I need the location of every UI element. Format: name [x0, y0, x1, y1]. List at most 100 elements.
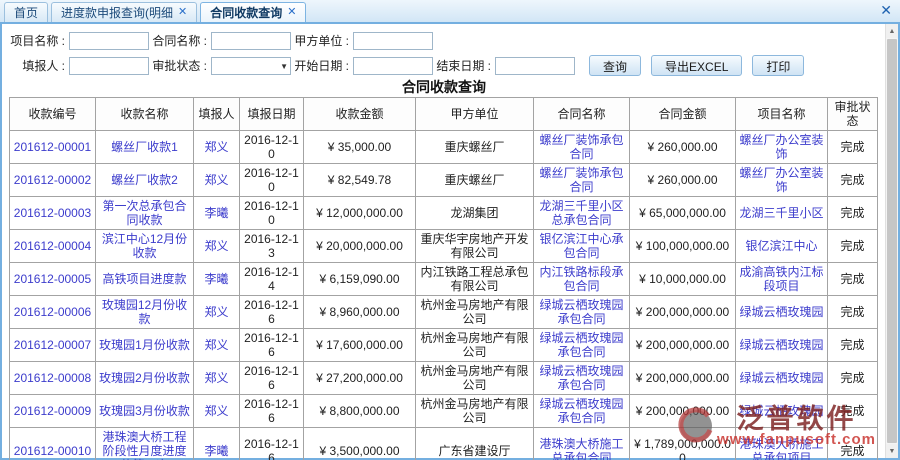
receipt-number-link[interactable]: 201612-00009 — [10, 395, 96, 428]
col-header-reporter: 填报人 — [194, 98, 240, 131]
tab-home[interactable]: 首页 — [4, 2, 48, 22]
tab-progress-payment-query[interactable]: 进度款申报查询(明细 ✕ — [51, 2, 197, 22]
receipt-name-link[interactable]: 玫瑰园12月份收款 — [96, 296, 194, 329]
project-name-input[interactable] — [69, 32, 149, 50]
table-row: 201612-00005高铁项目进度款李曦2016-12-14¥ 6,159,0… — [10, 263, 878, 296]
project-name-link[interactable]: 绿城云栖玫瑰园 — [736, 329, 828, 362]
party-a-unit-cell: 杭州金马房地产有限公司 — [416, 395, 534, 428]
reporter-link[interactable]: 郑义 — [194, 362, 240, 395]
scroll-up-icon[interactable]: ▲ — [886, 24, 898, 38]
contract-name-link[interactable]: 银亿滨江中心承包合同 — [534, 230, 630, 263]
approval-status-select[interactable]: ▼ — [211, 57, 291, 75]
receipt-number-link[interactable]: 201612-00002 — [10, 164, 96, 197]
reporter-link[interactable]: 郑义 — [194, 296, 240, 329]
reporter-link[interactable]: 郑义 — [194, 230, 240, 263]
contract-name-link[interactable]: 螺丝厂装饰承包合同 — [534, 164, 630, 197]
party-a-label: 甲方单位 : — [291, 32, 349, 49]
contract-amount-cell: ¥ 1,789,000,000.00 — [630, 428, 736, 460]
scrollbar-thumb[interactable] — [887, 39, 897, 443]
receipt-name-link[interactable]: 第一次总承包合同收款 — [96, 197, 194, 230]
close-tab-icon[interactable]: ✕ — [178, 7, 187, 18]
receipt-name-link[interactable]: 玫瑰园1月份收款 — [96, 329, 194, 362]
project-name-link[interactable]: 龙湖三千里小区 — [736, 197, 828, 230]
report-date-cell: 2016-12-14 — [240, 263, 304, 296]
receipt-name-link[interactable]: 螺丝厂收款1 — [96, 131, 194, 164]
receipt-number-link[interactable]: 201612-00008 — [10, 362, 96, 395]
project-name-link[interactable]: 绿城云栖玫瑰园 — [736, 395, 828, 428]
col-header-receipt-amount: 收款金额 — [304, 98, 416, 131]
query-button[interactable]: 查询 — [589, 55, 641, 76]
table-header-row: 收款编号收款名称填报人填报日期收款金额甲方单位合同名称合同金额项目名称审批状态 — [10, 98, 878, 131]
contract-name-link[interactable]: 港珠澳大桥施工总承包合同 — [534, 428, 630, 460]
contract-name-link[interactable]: 螺丝厂装饰承包合同 — [534, 131, 630, 164]
reporter-link[interactable]: 李曦 — [194, 428, 240, 460]
receipt-number-link[interactable]: 201612-00006 — [10, 296, 96, 329]
receipt-amount-cell: ¥ 6,159,090.00 — [304, 263, 416, 296]
receipt-amount-cell: ¥ 82,549.78 — [304, 164, 416, 197]
party-a-filter: 甲方单位 : — [291, 32, 433, 50]
print-button[interactable]: 打印 — [752, 55, 804, 76]
receipt-name-link[interactable]: 港珠澳大桥工程阶段性月度进度款第一次 — [96, 428, 194, 460]
contract-name-input[interactable] — [211, 32, 291, 50]
receipt-name-link[interactable]: 螺丝厂收款2 — [96, 164, 194, 197]
contract-name-label: 合同名称 : — [149, 32, 207, 49]
receipt-number-link[interactable]: 201612-00010 — [10, 428, 96, 460]
project-name-link[interactable]: 螺丝厂办公室装饰 — [736, 164, 828, 197]
reporter-link[interactable]: 李曦 — [194, 197, 240, 230]
project-name-link[interactable]: 绿城云栖玫瑰园 — [736, 362, 828, 395]
receipt-number-link[interactable]: 201612-00005 — [10, 263, 96, 296]
receipt-name-link[interactable]: 滨江中心12月份收款 — [96, 230, 194, 263]
receipt-number-link[interactable]: 201612-00003 — [10, 197, 96, 230]
party-a-unit-cell: 重庆螺丝厂 — [416, 164, 534, 197]
party-a-unit-cell: 杭州金马房地产有限公司 — [416, 296, 534, 329]
party-a-input[interactable] — [353, 32, 433, 50]
receipt-number-link[interactable]: 201612-00007 — [10, 329, 96, 362]
party-a-unit-cell: 内江铁路工程总承包有限公司 — [416, 263, 534, 296]
reporter-link[interactable]: 郑义 — [194, 164, 240, 197]
contract-name-link[interactable]: 内江铁路标段承包合同 — [534, 263, 630, 296]
reporter-link[interactable]: 李曦 — [194, 263, 240, 296]
contract-name-filter: 合同名称 : — [149, 32, 291, 50]
party-a-unit-cell: 重庆华宇房地产开发有限公司 — [416, 230, 534, 263]
approval-status-cell: 完成 — [828, 296, 878, 329]
approval-status-cell: 完成 — [828, 131, 878, 164]
close-tab-icon[interactable]: ✕ — [287, 7, 296, 18]
scroll-down-icon[interactable]: ▼ — [886, 444, 898, 458]
party-a-unit-cell: 广东省建设厅 — [416, 428, 534, 460]
project-name-link[interactable]: 绿城云栖玫瑰园 — [736, 296, 828, 329]
contract-name-link[interactable]: 绿城云栖玫瑰园承包合同 — [534, 362, 630, 395]
filter-row-2: 填报人 : 审批状态 : ▼ 开始日期 : 结束日期 : 查询 导出EXCEL … — [7, 53, 881, 78]
table-row: 201612-00008玫瑰园2月份收款郑义2016-12-16¥ 27,200… — [10, 362, 878, 395]
tab-contract-receipt-query[interactable]: 合同收款查询 ✕ — [200, 2, 306, 22]
start-date-input[interactable] — [353, 57, 433, 75]
receipt-number-link[interactable]: 201612-00004 — [10, 230, 96, 263]
contract-name-link[interactable]: 绿城云栖玫瑰园承包合同 — [534, 395, 630, 428]
project-name-link[interactable]: 港珠澳大桥施工总承包项目 — [736, 428, 828, 460]
contract-amount-cell: ¥ 260,000.00 — [630, 164, 736, 197]
reporter-link[interactable]: 郑义 — [194, 395, 240, 428]
reporter-link[interactable]: 郑义 — [194, 329, 240, 362]
close-icon[interactable]: ✕ — [880, 3, 892, 17]
vertical-scrollbar[interactable]: ▲ ▼ — [885, 24, 898, 458]
reporter-link[interactable]: 郑义 — [194, 131, 240, 164]
approval-status-cell: 完成 — [828, 263, 878, 296]
contract-name-link[interactable]: 绿城云栖玫瑰园承包合同 — [534, 296, 630, 329]
contract-name-link[interactable]: 龙湖三千里小区总承包合同 — [534, 197, 630, 230]
receipt-name-link[interactable]: 高铁项目进度款 — [96, 263, 194, 296]
end-date-input[interactable] — [495, 57, 575, 75]
contract-amount-cell: ¥ 260,000.00 — [630, 131, 736, 164]
contract-name-link[interactable]: 绿城云栖玫瑰园承包合同 — [534, 329, 630, 362]
export-excel-button[interactable]: 导出EXCEL — [651, 55, 742, 76]
project-name-link[interactable]: 成渝高铁内江标段项目 — [736, 263, 828, 296]
reporter-input[interactable] — [69, 57, 149, 75]
table-row: 201612-00006玫瑰园12月份收款郑义2016-12-16¥ 8,960… — [10, 296, 878, 329]
receipt-name-link[interactable]: 玫瑰园2月份收款 — [96, 362, 194, 395]
project-name-link[interactable]: 螺丝厂办公室装饰 — [736, 131, 828, 164]
filter-row-1: 项目名称 : 合同名称 : 甲方单位 : — [7, 28, 881, 53]
receipt-name-link[interactable]: 玫瑰园3月份收款 — [96, 395, 194, 428]
col-header-report-date: 填报日期 — [240, 98, 304, 131]
receipt-number-link[interactable]: 201612-00001 — [10, 131, 96, 164]
receipt-amount-cell: ¥ 27,200,000.00 — [304, 362, 416, 395]
project-name-link[interactable]: 银亿滨江中心 — [736, 230, 828, 263]
report-date-cell: 2016-12-16 — [240, 428, 304, 460]
